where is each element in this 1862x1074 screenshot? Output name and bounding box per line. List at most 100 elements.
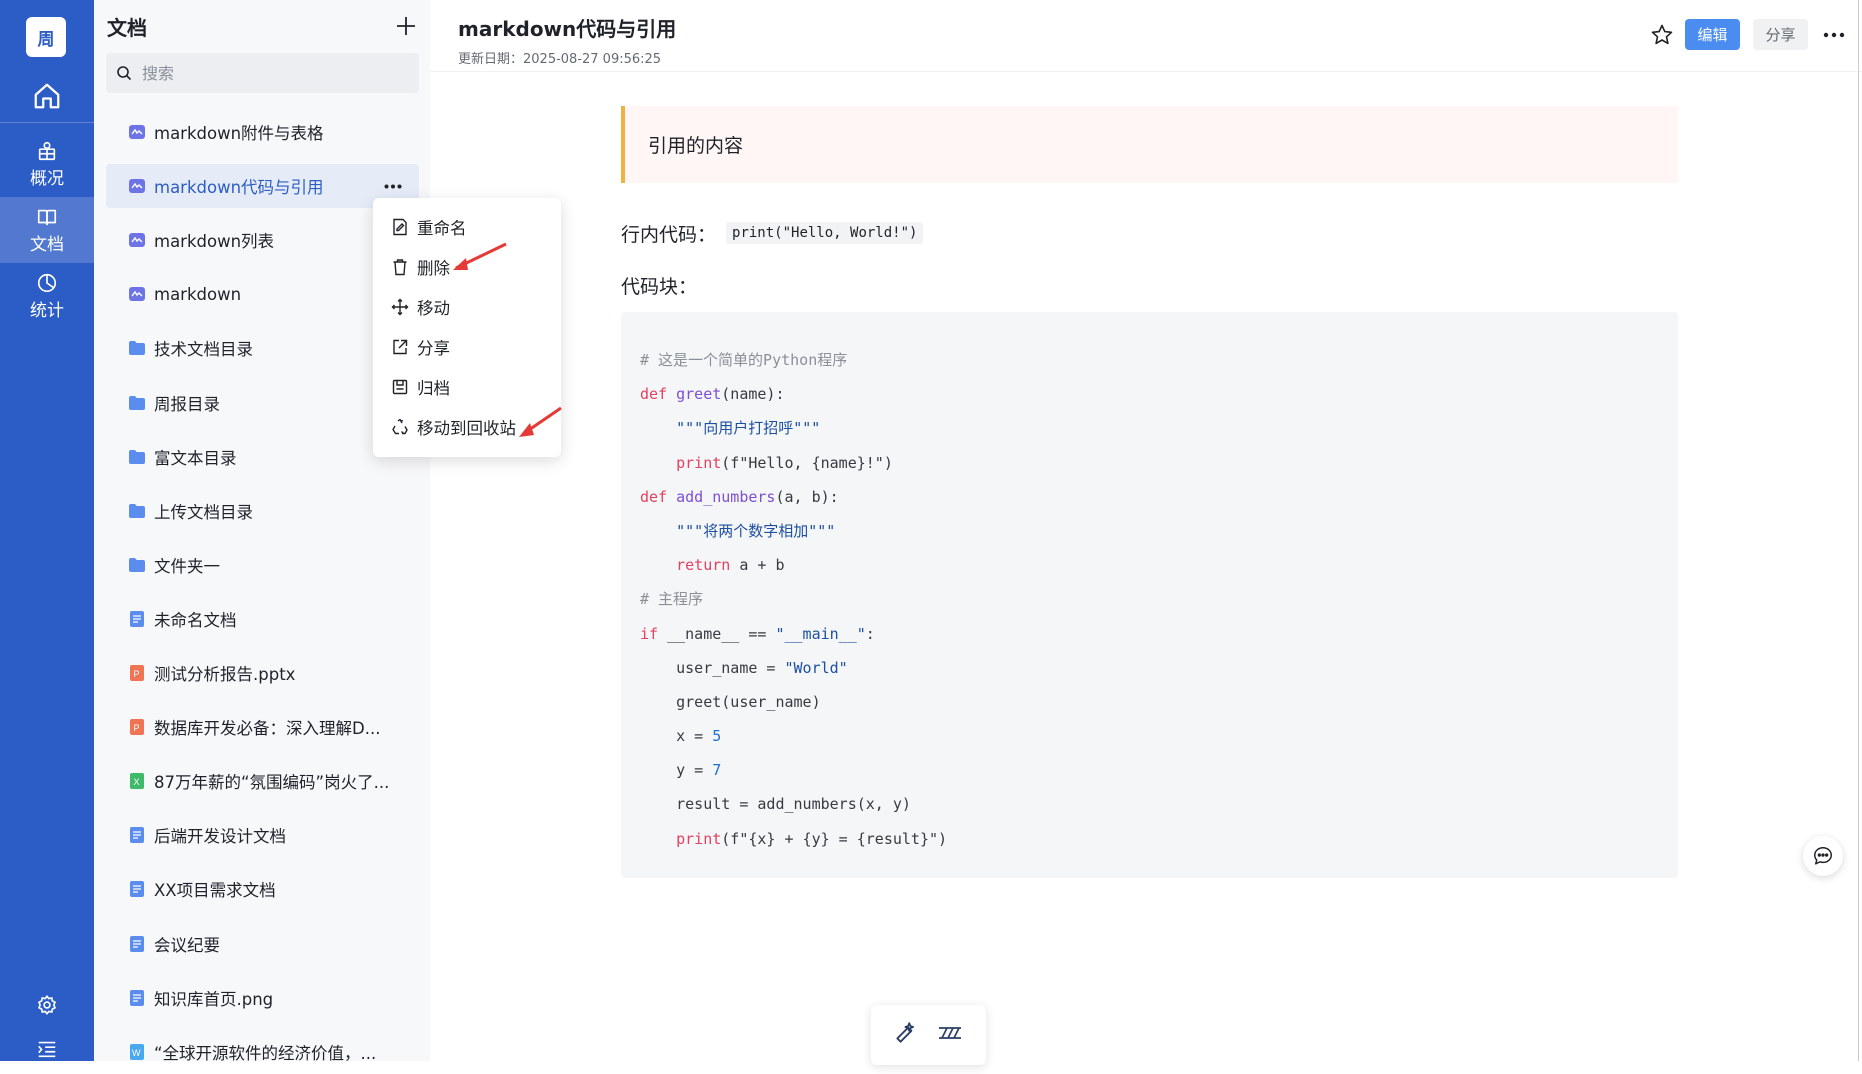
code-line: print(f"Hello, {name}!") [640,446,1678,480]
home-button[interactable] [0,70,94,122]
doc-list-item[interactable]: X 87万年薪的“氛围编码”岗火了... [106,759,419,803]
gear-icon [37,994,57,1016]
doc-icon [129,935,145,952]
doc-list-item-label: markdown代码与引用 [154,178,324,198]
folder-icon [129,557,145,573]
rail-divider [0,122,94,123]
svg-text:P: P [134,723,140,733]
doc-item-more-button[interactable] [381,174,405,198]
recycle-icon [390,417,410,437]
ppt-icon: P [129,719,145,736]
rail-item-stats[interactable]: 统计 [0,263,94,329]
code-line: greet(user_name) [640,685,1678,719]
doc-list-item[interactable]: 会议纪要 [106,922,419,966]
add-doc-button[interactable] [392,12,420,40]
svg-text:W: W [132,1048,141,1058]
context-menu: 重命名删除移动分享归档移动到回收站 [373,198,561,457]
search-input[interactable] [142,63,402,83]
doc-list-item[interactable]: markdown附件与表格 [106,110,419,154]
doc-list-item-label: 87万年薪的“氛围编码”岗火了... [154,773,390,793]
code-token: (name): [721,385,785,404]
overview-icon [38,141,56,160]
doc-list-item-label: 未命名文档 [154,610,237,630]
menu-item-label: 删除 [417,259,450,278]
doc-icon [129,610,145,627]
rail-item-overview[interactable]: 概况 [0,131,94,197]
blockquote: 引用的内容 [621,106,1678,183]
code-line: x = 5 [640,719,1678,753]
ai-assist-button[interactable] [893,1020,919,1050]
menu-item-recycle[interactable]: 移动到回收站 [373,407,561,447]
code-token: """将两个数字相加""" [640,521,836,540]
doc-list-item[interactable]: markdown代码与引用 [106,164,419,209]
folder-icon [129,449,145,465]
doc-list-item-label: 富文本目录 [154,448,237,468]
code-token: "__main__" [775,624,866,643]
markdown-doc-icon [129,232,145,248]
more-horizontal-icon [384,184,402,189]
doc-list-item-label: 测试分析报告.pptx [154,665,296,684]
favorite-button[interactable] [1647,20,1677,50]
search-icon [117,66,132,81]
markdown-doc-icon [129,124,145,140]
doc-list-item-label: 文件夹一 [154,556,220,576]
menu-item-label: 分享 [417,339,450,358]
doc-list-item[interactable]: P 测试分析报告.pptx [106,651,419,695]
code-line: y = 7 [640,753,1678,787]
home-icon [34,83,60,109]
code-token: print [676,829,722,848]
search-box [106,53,419,93]
menu-item-archive[interactable]: 归档 [373,367,561,407]
doc-list-item[interactable]: 上传文档目录 [106,489,419,533]
doc-list-item-label: 周报目录 [154,394,220,414]
code-token: def [640,385,677,404]
doc-list-item[interactable]: 知识库首页.png [106,976,419,1020]
user-avatar[interactable]: 周 [26,17,66,57]
doc-list-item[interactable]: 未命名文档 [106,597,419,641]
more-options-button[interactable] [1819,20,1849,50]
menu-item-trash[interactable]: 删除 [373,247,561,287]
doc-list-item[interactable]: W “全球开源软件的经济价值，... [106,1030,419,1074]
code-token: result = add_numbers(x, y) [640,795,911,814]
code-token: 5 [712,727,722,746]
rail-item-label: 统计 [30,300,64,321]
nav-rail: 周 概况 文档 统计 [0,0,94,1061]
rail-item-docs[interactable]: 文档 [0,197,94,263]
code-token: if [640,624,659,643]
menu-item-label: 归档 [417,379,450,398]
share-button[interactable]: 分享 [1753,19,1808,50]
code-token: """向用户打招呼""" [640,419,821,438]
magic-wand-icon [896,1022,915,1043]
menu-item-rename[interactable]: 重命名 [373,207,561,247]
doc-list-item-label: 数据库开发必备：深入理解D... [154,719,381,739]
code-line: def greet(name): [640,377,1678,411]
doc-list-item[interactable]: P 数据库开发必备：深入理解D... [106,705,419,749]
plus-icon [397,17,415,35]
edit-button[interactable]: 编辑 [1685,19,1740,50]
code-token: greet [676,385,722,404]
code-token: print [676,453,722,472]
sidebar-title: 文档 [107,16,147,40]
svg-text:P: P [134,669,140,679]
doc-list-item[interactable]: XX项目需求文档 [106,867,419,911]
menu-item-move[interactable]: 移动 [373,287,561,327]
doc-list-item-label: 会议纪要 [154,935,220,955]
doc-sidebar: 文档 markdown附件与表格 markdown代码与引用 markdown列表 m… [94,0,430,1063]
markdown-doc-icon [129,178,145,194]
doc-list-item[interactable]: 后端开发设计文档 [106,813,419,857]
archive-icon [390,377,410,397]
inline-code: print("Hello, World!") [726,222,924,244]
code-line: return a + b [640,548,1678,582]
doc-list-item[interactable]: 文件夹一 [106,543,419,587]
menu-item-share[interactable]: 分享 [373,327,561,367]
code-token: 7 [712,761,722,780]
comment-button[interactable] [1803,836,1843,876]
format-button[interactable] [936,1020,964,1050]
code-token: __name__ == [658,624,776,643]
settings-button[interactable] [30,988,64,1022]
code-token: def [640,487,677,506]
rail-item-label: 文档 [30,234,64,255]
word-icon: W [129,1043,145,1060]
